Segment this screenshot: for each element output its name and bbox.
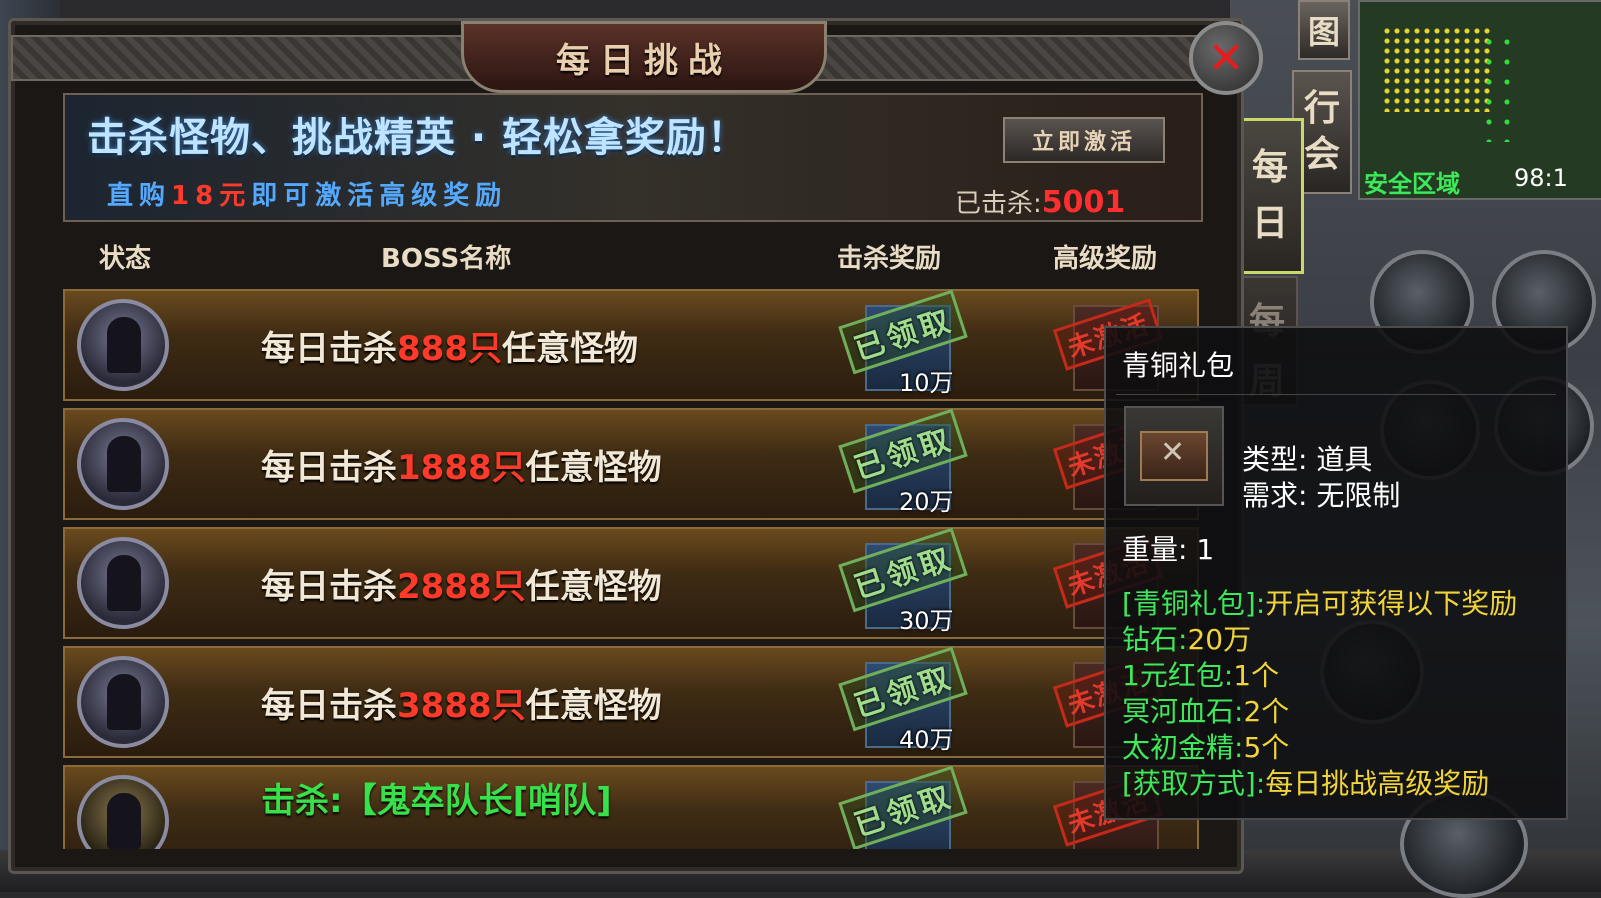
daily-challenge-panel: 每日挑战 ✕ 击杀怪物、挑战精英 · 轻松拿奖励！ 直购18元即可激活高级奖励 … [8, 18, 1263, 874]
banner-headline: 击杀怪物、挑战精英 · 轻松拿奖励！ [87, 115, 749, 161]
monster-avatar-icon [77, 537, 169, 629]
tooltip-reward-line: 钻石:20万 [1122, 618, 1251, 658]
tooltip-line-value: 开启可获得以下奖励 [1265, 587, 1518, 620]
challenge-task: 每日击杀1888只任意怪物 [261, 440, 662, 489]
tooltip-reward-line: 1元红包:1个 [1122, 654, 1279, 694]
promo-banner: 击杀怪物、挑战精英 · 轻松拿奖励！ 直购18元即可激活高级奖励 立即激活 已击… [63, 93, 1203, 222]
kill-count: 已击杀:5001 [955, 183, 1125, 220]
reward-amount: 10万 [899, 369, 954, 397]
challenge-row: 每日击杀888只任意怪物 已领取 10万 未激活 [63, 289, 1199, 401]
challenge-row: 每日击杀1888只任意怪物 已领取 20万 未激活 [63, 408, 1199, 520]
tooltip-line-label: 冥河血石: [1122, 695, 1244, 728]
tab-daily[interactable]: 每 日 [1236, 118, 1304, 274]
monster-avatar-icon [77, 418, 169, 510]
table-header: 状态 BOSS名称 击杀奖励 高级奖励 [63, 226, 1199, 284]
task-prefix: 每日击杀 [261, 686, 397, 726]
map-button[interactable]: 图 [1298, 0, 1350, 60]
task-count: 3888只 [397, 686, 526, 726]
task-prefix: 每日击杀 [261, 448, 397, 488]
monster-avatar-icon [77, 299, 169, 391]
monster-avatar-icon [77, 656, 169, 748]
banner-sub-suffix: 即可激活高级奖励 [251, 181, 508, 211]
challenge-task: 每日击杀888只任意怪物 [261, 321, 638, 370]
task-suffix: 任意怪物 [501, 329, 638, 369]
bronze-gift-icon [1124, 406, 1224, 506]
tooltip-line-label: 1元红包: [1122, 659, 1234, 692]
close-icon: ✕ [1207, 32, 1245, 84]
tooltip-weight-label: 重量: [1122, 533, 1188, 566]
coordinate-readout: 98:1 [1514, 164, 1568, 192]
task-suffix: 任意怪物 [525, 686, 662, 726]
tooltip-reward-line: [青铜礼包]:开启可获得以下奖励 [1122, 582, 1517, 622]
reward-amount: 20万 [899, 488, 954, 516]
tab-daily-char-1: 每 [1251, 147, 1288, 188]
challenge-row: 每日击杀2888只任意怪物 已领取 30万 未激活 [63, 527, 1199, 639]
banner-sub-prefix: 直购 [107, 181, 172, 211]
task-count: 2888只 [397, 567, 526, 607]
challenge-task: 每日击杀3888只任意怪物 [261, 678, 662, 727]
task-prefix: 每日击杀 [261, 567, 397, 607]
tooltip-req-label: 需求: [1242, 479, 1308, 512]
task-prefix: 每日击杀 [261, 329, 397, 369]
task-suffix: 任意怪物 [525, 567, 662, 607]
tooltip-line-value: 1个 [1233, 659, 1280, 692]
reward-amount: 40万 [899, 726, 954, 754]
tooltip-line-value: 每日挑战高级奖励 [1265, 767, 1490, 800]
tooltip-line-value: 5个 [1243, 731, 1290, 764]
safe-zone-label: 安全区域 [1364, 170, 1460, 198]
panel-title: 每日挑战 [556, 40, 732, 81]
boss-avatar-icon [77, 775, 169, 849]
kill-count-value: 5001 [1041, 185, 1126, 220]
tooltip-type-value: 道具 [1316, 443, 1373, 476]
tooltip-line-value: 20万 [1187, 623, 1252, 656]
chest-icon [1140, 431, 1208, 481]
reward-amount: 30万 [899, 607, 954, 635]
tooltip-line-value: 2个 [1243, 695, 1290, 728]
task-count: 888只 [397, 329, 502, 369]
tooltip-weight-value: 1 [1196, 533, 1215, 566]
tooltip-reward-line: [获取方式]:每日挑战高级奖励 [1122, 762, 1489, 802]
guild-button-char-2: 会 [1303, 134, 1340, 175]
tab-daily-char-2: 日 [1251, 203, 1288, 244]
tooltip-line-label: 太初金精: [1122, 731, 1244, 764]
tooltip-requirement: 需求: 无限制 [1242, 474, 1400, 514]
banner-sub-amount: 18元 [171, 181, 252, 211]
header-status: 状态 [99, 244, 152, 274]
tooltip-reward-line: 太初金精:5个 [1122, 726, 1289, 766]
challenge-row: 每日击杀3888只任意怪物 已领取 40万 未激活 [63, 646, 1199, 758]
tooltip-reward-line: 冥河血石:2个 [1122, 690, 1289, 730]
tooltip-title: 青铜礼包 [1122, 349, 1235, 382]
task-count: 1888只 [397, 448, 526, 488]
challenge-row: 击杀:【鬼卒队长[哨队] 已领取 未激活 [63, 765, 1199, 849]
tooltip-divider [1116, 394, 1556, 395]
header-kill-reward: 击杀奖励 [837, 244, 942, 274]
tooltip-type-label: 类型: [1242, 443, 1308, 476]
close-button[interactable]: ✕ [1189, 21, 1263, 95]
guild-button-char-1: 行 [1303, 88, 1340, 129]
banner-subtitle: 直购18元即可激活高级奖励 [107, 175, 507, 212]
panel-title-plate: 每日挑战 [461, 21, 827, 93]
minimap-players [1480, 32, 1520, 142]
tooltip-line-label: [青铜礼包]: [1122, 587, 1266, 620]
item-tooltip: 青铜礼包 类型: 道具 需求: 无限制 重量: 1 [青铜礼包]:开启可获得以下… [1104, 326, 1568, 820]
task-suffix: 任意怪物 [525, 448, 662, 488]
boss-kill-task: 击杀:【鬼卒队长[哨队] [261, 781, 612, 821]
tooltip-type: 类型: 道具 [1242, 438, 1372, 478]
activate-button[interactable]: 立即激活 [1003, 117, 1165, 163]
challenge-task: 每日击杀2888只任意怪物 [261, 559, 662, 608]
kill-count-label: 已击杀: [955, 189, 1042, 219]
minimap-terrain [1382, 26, 1492, 112]
header-boss-name: BOSS名称 [381, 244, 512, 274]
header-advanced-reward: 高级奖励 [1053, 244, 1158, 274]
tooltip-line-label: 钻石: [1122, 623, 1188, 656]
tooltip-req-value: 无限制 [1316, 479, 1401, 512]
tooltip-weight: 重量: 1 [1122, 528, 1214, 568]
tooltip-line-label: [获取方式]: [1122, 767, 1266, 800]
challenge-list[interactable]: 每日击杀888只任意怪物 已领取 10万 未激活 每日击杀1888只任意怪物 已… [63, 289, 1199, 849]
